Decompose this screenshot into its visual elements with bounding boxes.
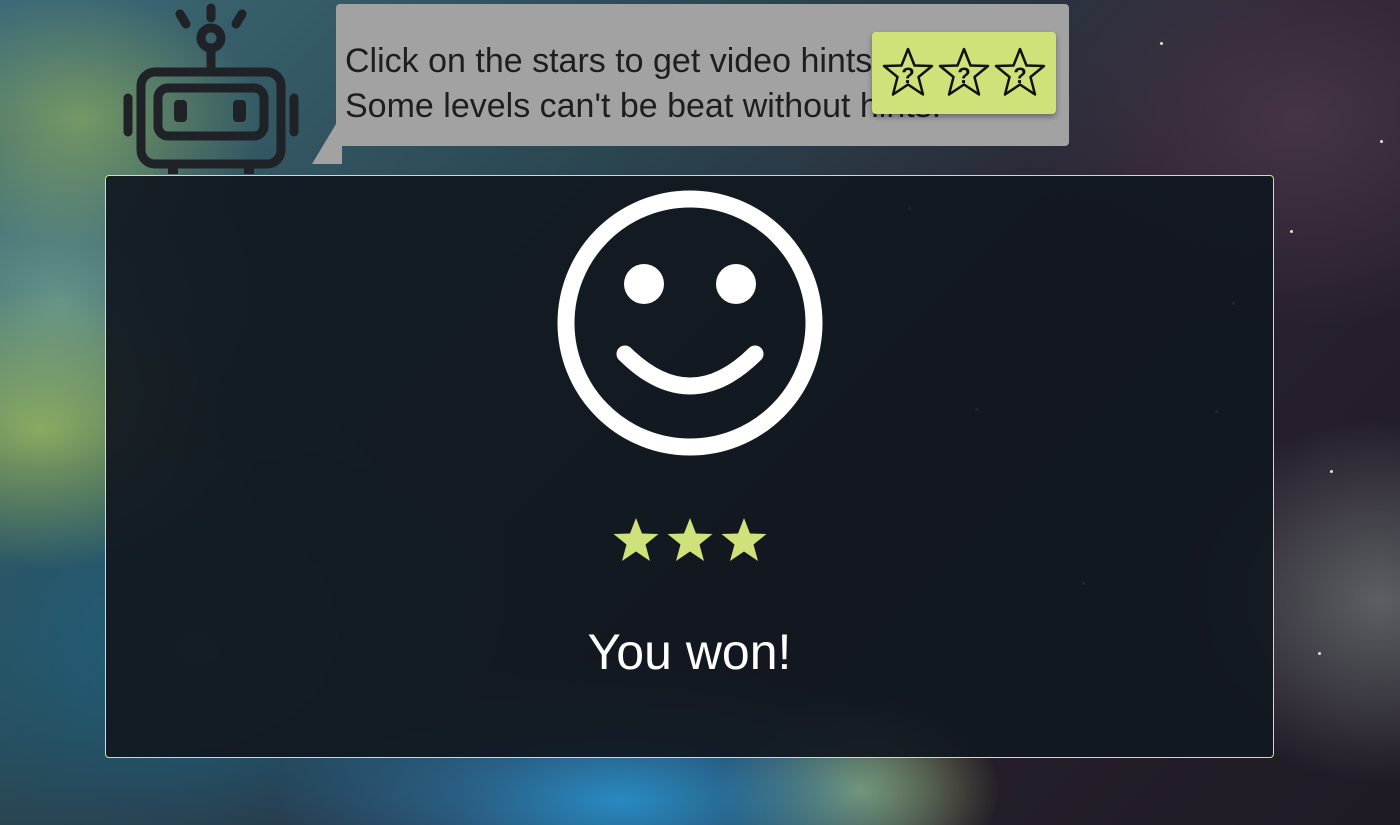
hint-star-icon-3[interactable]: ?	[993, 46, 1047, 100]
filled-star-icon	[613, 518, 659, 561]
win-message: You won!	[587, 624, 792, 680]
hint-star-label: ?	[957, 63, 971, 88]
hint-star-label: ?	[901, 63, 915, 88]
filled-star-icon	[721, 518, 767, 561]
video-hints-button[interactable]: ? ? ?	[872, 32, 1056, 114]
hint-text-line-2: Some levels can't be beat without hints.	[345, 87, 942, 125]
hint-star-icon-2[interactable]: ?	[937, 46, 991, 100]
filled-star-icon	[667, 518, 713, 561]
hint-star-icon-1[interactable]: ?	[881, 46, 935, 100]
earned-stars	[610, 515, 770, 571]
hint-star-label: ?	[1013, 63, 1027, 88]
robot-icon	[123, 3, 299, 174]
hint-text-line-1: Click on the stars to get video hints.	[345, 42, 882, 80]
smiley-face-icon	[557, 190, 823, 456]
